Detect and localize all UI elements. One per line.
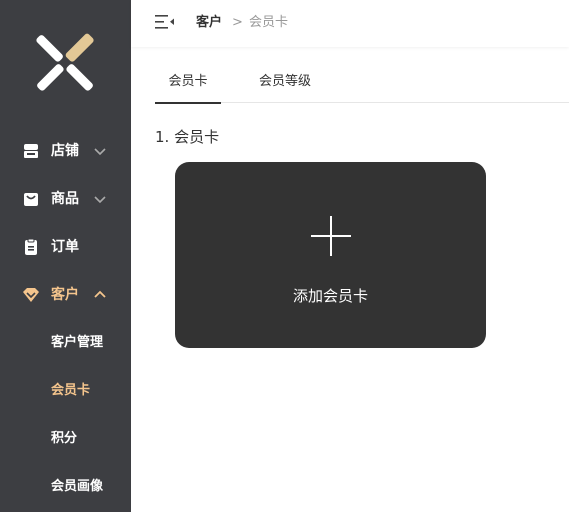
sidebar-item-label: 店铺 xyxy=(51,143,79,159)
sidebar-item-orders[interactable]: 订单 xyxy=(0,223,131,271)
add-card-label: 添加会员卡 xyxy=(292,287,368,305)
sidebar-subitem-membership-card[interactable]: 会员卡 xyxy=(0,367,131,415)
sidebar-item-customers[interactable]: 客户 xyxy=(0,271,131,319)
sidebar-subitem-label: 客户管理 xyxy=(51,335,104,350)
sidebar-subitem-label: 积分 xyxy=(51,431,78,446)
sidebar-subitem-customer-management[interactable]: 客户管理 xyxy=(0,319,131,367)
sidebar-subitem-member-profile[interactable]: 会员画像 xyxy=(0,463,131,511)
breadcrumb-current: 会员卡 xyxy=(249,15,289,30)
clipboard-icon xyxy=(22,238,40,256)
sidebar-subitem-label: 会员卡 xyxy=(51,383,91,398)
tab-bar: 会员卡 会员等级 xyxy=(155,66,569,104)
x-logo-icon[interactable] xyxy=(32,32,98,92)
bag-icon xyxy=(22,190,40,208)
breadcrumb-parent[interactable]: 客户 xyxy=(196,14,222,32)
section-title: 1. 会员卡 xyxy=(155,128,220,146)
store-icon xyxy=(22,142,40,160)
sidebar-item-label: 订单 xyxy=(51,239,79,255)
sidebar: 店铺 商品 订单 客户 客户管理 会员卡 积分 会员画像 xyxy=(0,0,131,512)
breadcrumb-separator: > xyxy=(232,15,243,30)
tab-membership-level[interactable]: 会员等级 xyxy=(247,66,323,103)
collapse-menu-icon[interactable] xyxy=(155,13,175,31)
sidebar-item-products[interactable]: 商品 xyxy=(0,175,131,223)
plus-icon xyxy=(311,216,351,256)
chevron-up-icon xyxy=(93,288,107,302)
add-membership-card-button[interactable]: 添加会员卡 xyxy=(175,162,486,348)
chevron-down-icon xyxy=(93,192,107,206)
sidebar-item-label: 商品 xyxy=(51,191,79,207)
sidebar-item-store[interactable]: 店铺 xyxy=(0,127,131,175)
sidebar-subitem-label: 会员画像 xyxy=(51,479,104,494)
top-bar: 客户 > 会员卡 xyxy=(131,0,569,47)
sidebar-item-label: 客户 xyxy=(51,287,79,303)
diamond-icon xyxy=(22,286,40,304)
tab-membership-card[interactable]: 会员卡 xyxy=(155,66,221,104)
chevron-down-icon xyxy=(93,144,107,158)
sidebar-subitem-points[interactable]: 积分 xyxy=(0,415,131,463)
